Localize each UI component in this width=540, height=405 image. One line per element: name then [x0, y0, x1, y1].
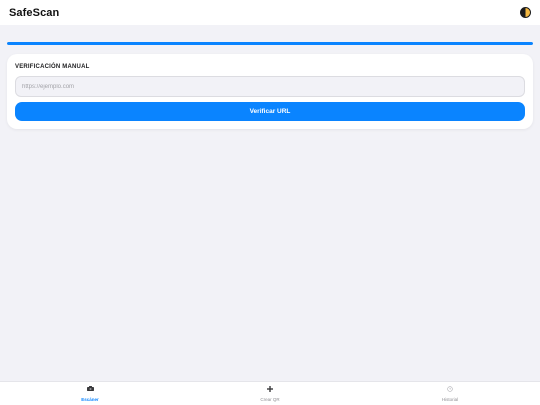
plus-icon — [266, 385, 274, 392]
url-input[interactable] — [15, 76, 525, 97]
progress-bar — [7, 42, 533, 45]
app-root: SafeScan VERIFICACIÓN MANUAL Verificar U… — [0, 0, 540, 405]
app-title: SafeScan — [9, 6, 60, 19]
tab-label: Escáner — [81, 396, 99, 402]
tab-label: Historial — [441, 396, 459, 402]
progress-fill — [7, 42, 533, 45]
verify-url-button[interactable]: Verificar URL — [15, 102, 525, 121]
app-header: SafeScan — [0, 0, 540, 25]
clock-icon — [446, 385, 454, 392]
section-title: VERIFICACIÓN MANUAL — [15, 64, 90, 70]
camera-icon — [86, 386, 94, 392]
tab-history[interactable]: Historial — [360, 382, 540, 405]
half-moon-icon[interactable] — [520, 7, 531, 18]
bottom-tab-bar: Escáner Crear QR Historial — [0, 381, 540, 405]
tab-label: Crear QR — [260, 396, 280, 402]
manual-verification-card: VERIFICACIÓN MANUAL Verificar URL — [7, 54, 533, 129]
tab-create-qr[interactable]: Crear QR — [180, 382, 360, 405]
tab-scanner[interactable]: Escáner — [0, 382, 180, 405]
